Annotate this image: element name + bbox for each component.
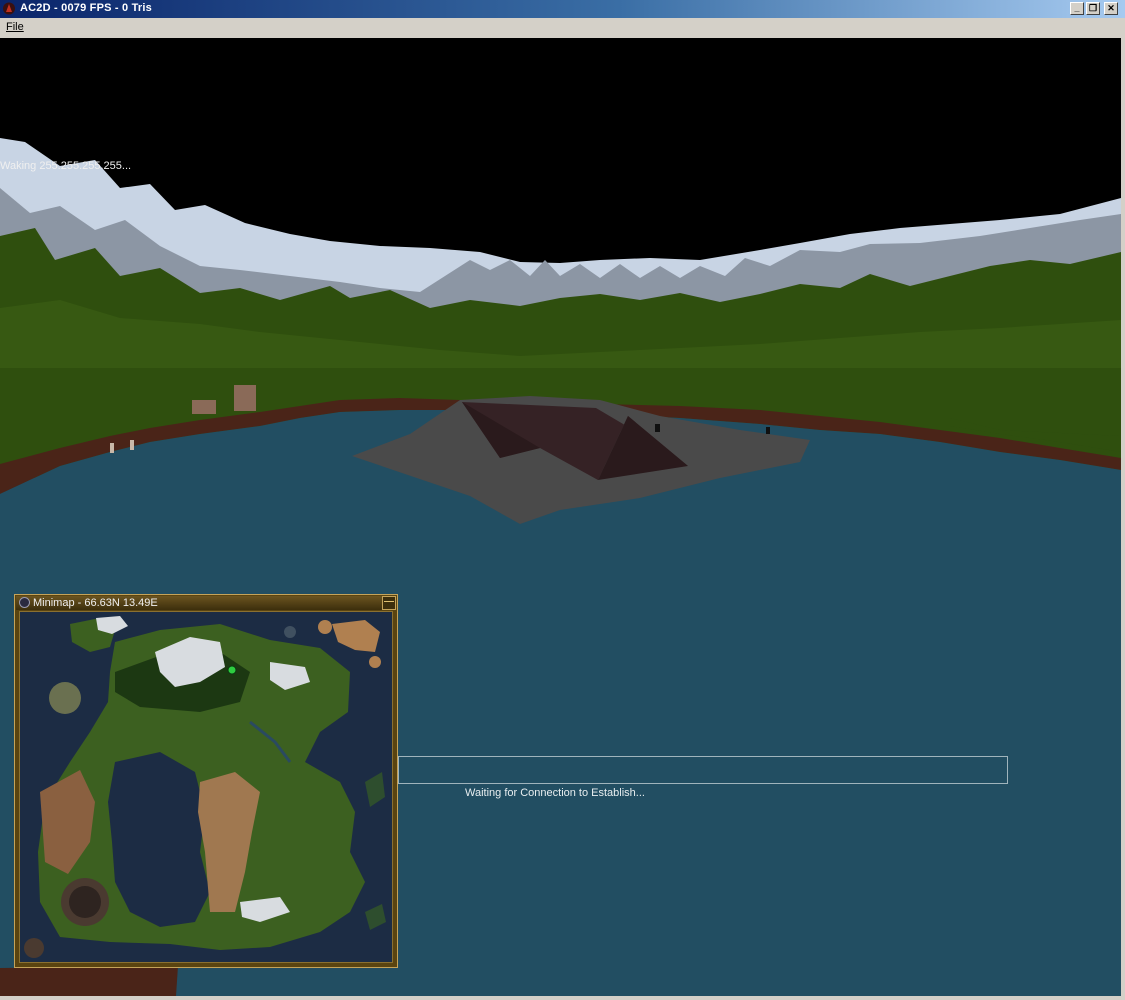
- close-icon: ✕: [1107, 3, 1115, 13]
- menu-bar: File: [0, 18, 1125, 39]
- close-button[interactable]: ✕: [1104, 2, 1118, 15]
- minimap-map[interactable]: [19, 611, 393, 963]
- minimap-window[interactable]: Minimap - 66.63N 13.49E —: [14, 594, 398, 968]
- globe-icon: [19, 597, 30, 608]
- app-logo-icon: [3, 2, 15, 15]
- window-border-bottom: [0, 996, 1125, 1000]
- world-map: [20, 612, 392, 962]
- game-viewport[interactable]: Waking 255.255.255.255... Waiting for Co…: [0, 38, 1121, 996]
- minimize-icon: _: [1074, 3, 1080, 13]
- minimap-title: Minimap - 66.63N 13.49E: [33, 597, 158, 609]
- player-marker: [227, 665, 237, 675]
- restore-icon: ❐: [1088, 3, 1098, 13]
- menu-file[interactable]: File: [6, 21, 24, 33]
- connection-status-text: Waiting for Connection to Establish...: [465, 787, 645, 799]
- window-border-right: [1121, 38, 1125, 1000]
- connection-progress-bar: [398, 756, 1008, 784]
- status-text: Waking 255.255.255.255...: [0, 160, 132, 172]
- minimap-minimize-button[interactable]: —: [382, 596, 396, 610]
- window-title: AC2D - 0079 FPS - 0 Tris: [20, 2, 152, 14]
- minimize-button[interactable]: _: [1070, 2, 1084, 15]
- title-bar[interactable]: AC2D - 0079 FPS - 0 Tris _ ❐ ✕: [0, 0, 1125, 18]
- minimap-titlebar[interactable]: Minimap - 66.63N 13.49E —: [16, 596, 396, 610]
- restore-button[interactable]: ❐: [1086, 2, 1100, 15]
